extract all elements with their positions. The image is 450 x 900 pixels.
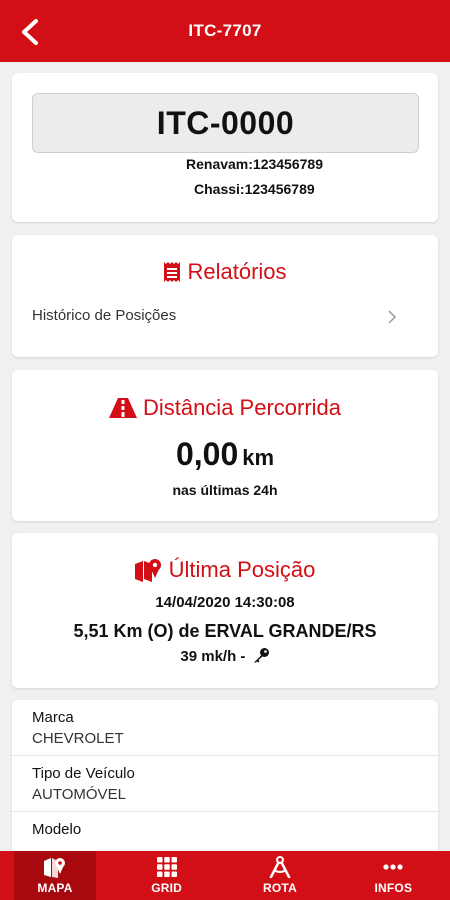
info-value: CHEVROLET xyxy=(32,730,124,747)
receipt-icon xyxy=(164,262,181,282)
nav-grid[interactable]: GRID xyxy=(110,851,223,900)
distance-card: Distância Percorrida 0,00 km nas últimas … xyxy=(12,370,438,521)
position-speed-row: 39 mk/h - xyxy=(12,647,438,665)
reports-title: Relatórios xyxy=(187,259,287,284)
page-title: ITC-7707 xyxy=(188,21,262,40)
nav-label: ROTA xyxy=(263,881,297,895)
nav-label: MAPA xyxy=(37,881,73,895)
distance-period: nas últimas 24h xyxy=(172,482,278,498)
info-item-brand: Marca CHEVROLET xyxy=(12,700,438,756)
reports-card: Relatórios Histórico de Posições xyxy=(12,235,438,357)
vehicle-info-list: Marca CHEVROLET Tipo de Veículo AUTOMÓVE… xyxy=(12,700,438,860)
more-icon xyxy=(383,864,403,870)
chassi-text: Chassi:123456789 xyxy=(194,181,315,197)
distance-unit: km xyxy=(242,445,275,470)
distance-heading: Distância Percorrida xyxy=(12,395,438,421)
reports-heading: Relatórios xyxy=(12,259,438,285)
road-icon xyxy=(108,398,137,418)
key-icon xyxy=(253,648,269,663)
grid-icon xyxy=(156,857,177,877)
app-header: ITC-7707 xyxy=(0,0,450,62)
vehicle-card: ITC-0000 Renavam:123456789 Chassi:123456… xyxy=(12,73,438,222)
nav-label: GRID xyxy=(151,881,183,895)
report-item-position-history[interactable]: Histórico de Posições xyxy=(12,299,438,335)
renavam-text: Renavam:123456789 xyxy=(186,156,323,172)
map-icon xyxy=(44,858,65,878)
nav-label: INFOS xyxy=(374,881,413,895)
position-location: 5,51 Km (O) de ERVAL GRANDE/RS xyxy=(73,621,377,641)
info-value: AUTOMÓVEL xyxy=(32,786,126,803)
plate-display: ITC-0000 xyxy=(32,93,419,153)
distance-number: 0,00 xyxy=(175,436,239,472)
report-item-label: Histórico de Posições xyxy=(32,307,177,324)
position-speed: 39 mk/h - xyxy=(180,648,246,665)
bottom-navigation: MAPA GRID ROTA INFOS xyxy=(0,851,450,900)
last-position-heading: Última Posição xyxy=(12,557,438,583)
nav-map[interactable]: MAPA xyxy=(14,851,96,900)
info-label: Marca xyxy=(32,709,74,726)
info-label: Modelo xyxy=(32,821,82,838)
distance-value: 0,00 km xyxy=(12,436,438,473)
nav-route[interactable]: ROTA xyxy=(223,851,336,900)
chevron-right-icon xyxy=(388,310,397,324)
route-icon xyxy=(269,856,291,878)
last-position-title: Última Posição xyxy=(168,557,316,582)
position-datetime: 14/04/2020 14:30:08 xyxy=(155,594,295,611)
info-item-vehicle-type: Tipo de Veículo AUTOMÓVEL xyxy=(12,756,438,812)
map-pin-icon xyxy=(134,559,161,582)
distance-title: Distância Percorrida xyxy=(142,395,342,420)
nav-infos[interactable]: INFOS xyxy=(337,851,450,900)
info-label: Tipo de Veículo xyxy=(32,765,135,782)
last-position-card: Última Posição 14/04/2020 14:30:08 5,51 … xyxy=(12,533,438,688)
